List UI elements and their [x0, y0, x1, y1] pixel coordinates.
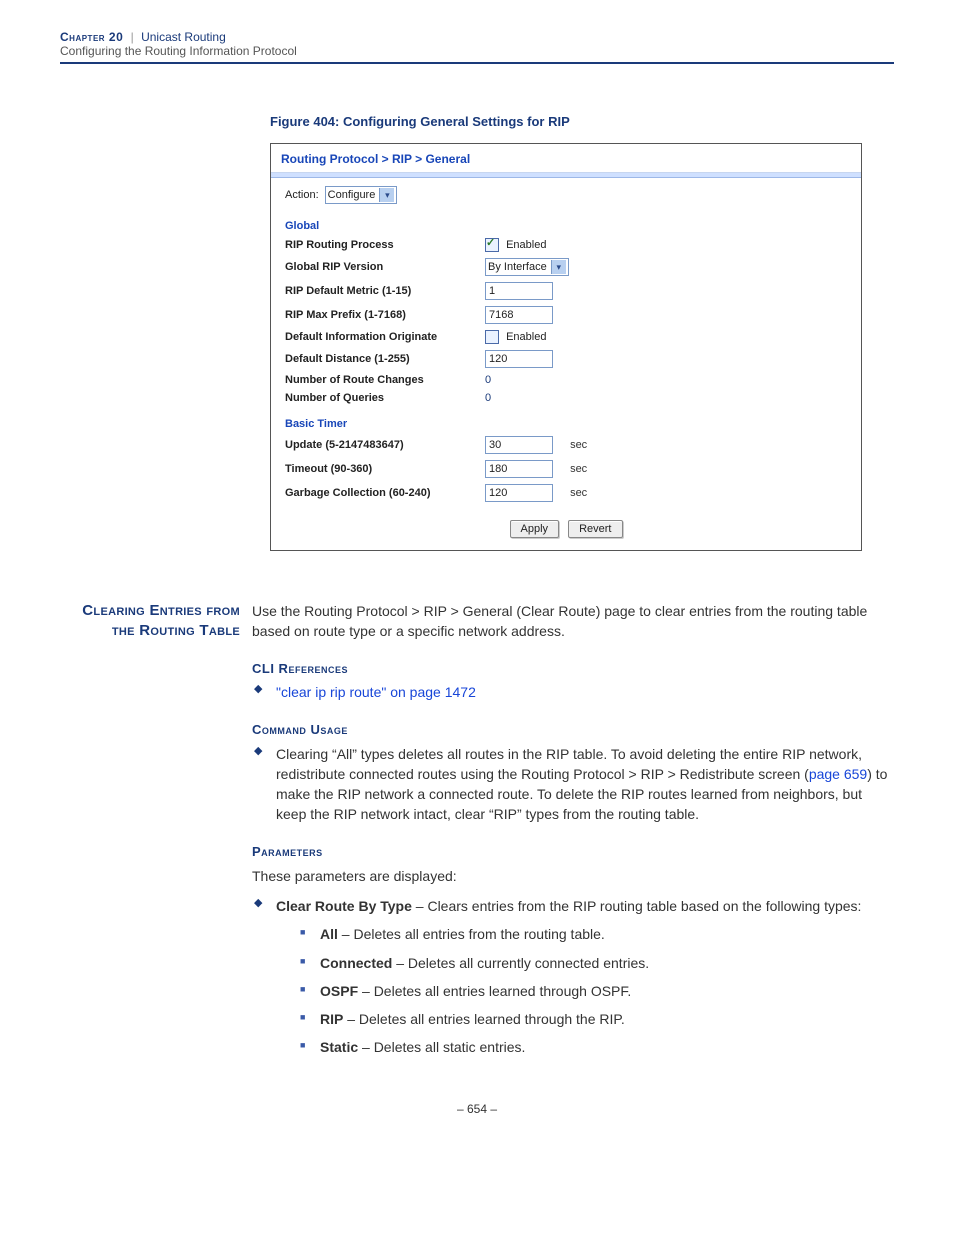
global-version-label: Global RIP Version — [285, 261, 485, 273]
margin-heading: Clearing Entries from the Routing Table — [60, 601, 252, 642]
revert-button[interactable]: Revert — [568, 520, 622, 538]
parameters-intro: These parameters are displayed: — [252, 866, 894, 886]
update-label: Update (5-2147483647) — [285, 439, 485, 451]
timeout-input[interactable]: 180 — [485, 460, 553, 478]
rip-process-enabled-text: Enabled — [506, 239, 546, 251]
global-version-select[interactable]: By Interface ▾ — [485, 258, 569, 276]
default-distance-input[interactable]: 120 — [485, 350, 553, 368]
rip-process-label: RIP Routing Process — [285, 239, 485, 251]
usage-text-a: Clearing “All” types deletes all routes … — [276, 746, 862, 782]
route-changes-value: 0 — [485, 374, 847, 386]
page-number: – 654 – — [60, 1102, 894, 1116]
figure-caption: Figure 404: Configuring General Settings… — [270, 114, 894, 129]
breadcrumb: Routing Protocol > RIP > General — [271, 144, 861, 173]
global-version-value: By Interface — [488, 261, 547, 273]
queries-value: 0 — [485, 392, 847, 404]
gc-label: Garbage Collection (60-240) — [285, 487, 485, 499]
action-select[interactable]: Configure ▾ — [325, 186, 398, 204]
section-label: Unicast Routing — [141, 30, 226, 44]
sub-label: All — [320, 926, 338, 942]
list-item: "clear ip rip route" on page 1472 — [252, 682, 894, 702]
param-main-desc: – Clears entries from the RIP routing ta… — [412, 898, 862, 914]
sub-desc: – Deletes all entries learned through OS… — [358, 983, 631, 999]
default-metric-input[interactable]: 1 — [485, 282, 553, 300]
sub-label: RIP — [320, 1011, 343, 1027]
list-item: Clear Route By Type – Clears entries fro… — [252, 896, 894, 1058]
sub-label: Connected — [320, 955, 392, 971]
sub-desc: – Deletes all entries from the routing t… — [338, 926, 605, 942]
list-item: RIP – Deletes all entries learned throug… — [298, 1009, 894, 1029]
default-distance-label: Default Distance (1-255) — [285, 353, 485, 365]
chevron-down-icon: ▾ — [551, 260, 566, 274]
page-link[interactable]: page 659 — [809, 766, 867, 782]
cli-reference-link[interactable]: "clear ip rip route" on page 1472 — [276, 684, 476, 700]
parameters-heading: Parameters — [252, 843, 894, 862]
action-label: Action: — [285, 189, 319, 201]
basic-timer-title: Basic Timer — [285, 418, 847, 430]
timeout-label: Timeout (90-360) — [285, 463, 485, 475]
max-prefix-label: RIP Max Prefix (1-7168) — [285, 309, 485, 321]
chapter-label: Chapter 20 — [60, 30, 123, 44]
list-item: OSPF – Deletes all entries learned throu… — [298, 981, 894, 1001]
rip-process-checkbox[interactable] — [485, 238, 499, 252]
sub-label: Static — [320, 1039, 358, 1055]
apply-button[interactable]: Apply — [510, 520, 560, 538]
default-info-checkbox[interactable] — [485, 330, 499, 344]
running-header: Chapter 20 | Unicast Routing Configuring… — [60, 30, 894, 64]
list-item: Static – Deletes all static entries. — [298, 1037, 894, 1057]
param-main-label: Clear Route By Type — [276, 898, 412, 914]
list-item: All – Deletes all entries from the routi… — [298, 924, 894, 944]
queries-label: Number of Queries — [285, 392, 485, 404]
default-info-enabled-text: Enabled — [506, 331, 546, 343]
cli-references-heading: CLI References — [252, 660, 894, 679]
max-prefix-input[interactable]: 7168 — [485, 306, 553, 324]
chevron-down-icon: ▾ — [379, 188, 394, 202]
action-select-value: Configure — [328, 189, 376, 201]
gc-unit: sec — [570, 487, 587, 499]
command-usage-heading: Command Usage — [252, 721, 894, 740]
header-separator: | — [131, 30, 134, 44]
subsection-label: Configuring the Routing Information Prot… — [60, 44, 894, 58]
global-section-title: Global — [285, 220, 847, 232]
default-metric-label: RIP Default Metric (1-15) — [285, 285, 485, 297]
sub-desc: – Deletes all entries learned through th… — [343, 1011, 624, 1027]
timeout-unit: sec — [570, 463, 587, 475]
update-input[interactable]: 30 — [485, 436, 553, 454]
list-item: Clearing “All” types deletes all routes … — [252, 744, 894, 825]
update-unit: sec — [570, 439, 587, 451]
gc-input[interactable]: 120 — [485, 484, 553, 502]
list-item: Connected – Deletes all currently connec… — [298, 953, 894, 973]
sub-desc: – Deletes all currently connected entrie… — [392, 955, 649, 971]
configuration-screenshot: Routing Protocol > RIP > General Action:… — [270, 143, 862, 551]
default-info-label: Default Information Originate — [285, 331, 485, 343]
sub-desc: – Deletes all static entries. — [358, 1039, 525, 1055]
intro-paragraph: Use the Routing Protocol > RIP > General… — [252, 601, 894, 642]
sub-label: OSPF — [320, 983, 358, 999]
route-changes-label: Number of Route Changes — [285, 374, 485, 386]
